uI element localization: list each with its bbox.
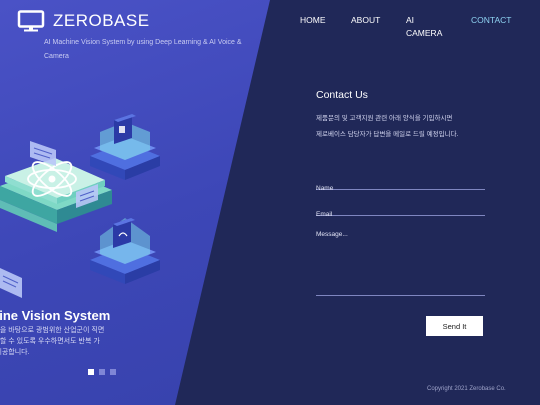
slider-dots [88, 369, 116, 375]
tagline: AI Machine Vision System by using Deep L… [44, 39, 242, 60]
email-field [316, 203, 485, 218]
slider-dot-1[interactable] [88, 369, 94, 375]
hero-description-line: 를 제공합니다. [0, 349, 30, 356]
message-textarea[interactable] [316, 231, 485, 291]
slider-dot-2[interactable] [99, 369, 105, 375]
send-button[interactable]: Send It [426, 316, 483, 336]
slider-dot-3[interactable] [110, 369, 116, 375]
copyright: Copyright 2021 Zerobase Co. [427, 386, 506, 392]
page: ZEROBASE AI Machine Vision System by usi… [0, 0, 540, 405]
logo-text: ZEROBASE [53, 11, 150, 30]
contact-description-line: 제품문의 및 고객지원 관련 아래 양식을 기입하시면 [316, 115, 453, 122]
nav-item-about[interactable]: ABOUT [351, 14, 380, 27]
machine-vision-illustration [0, 114, 160, 298]
logo[interactable]: ZEROBASE [17, 10, 150, 32]
nav-item-contact[interactable]: CONTACT [471, 14, 511, 27]
message-field [316, 231, 485, 296]
monitor-icon [17, 10, 45, 32]
name-input[interactable] [316, 185, 485, 192]
hero-description-line: 대결할 수 있도록 우수하면서도 반복 가 [0, 338, 100, 345]
hero-description-line: 기술을 바탕으로 광범위한 산업군이 직면 [0, 327, 105, 334]
contact-description: 제품문의 및 고객지원 관련 아래 양식을 기입하시면 제로베이스 담당자가 답… [316, 111, 516, 143]
nav-item-ai-camera[interactable]: AI CAMERA [406, 14, 446, 40]
nav-item-home[interactable]: HOME [300, 14, 326, 27]
hero-title: Machine Vision System [0, 308, 111, 323]
name-field [316, 177, 485, 192]
contact-title: Contact Us [316, 89, 368, 101]
email-input[interactable] [316, 211, 485, 218]
hero-description: 기술을 바탕으로 광범위한 산업군이 직면 대결할 수 있도록 우수하면서도 반… [0, 325, 104, 358]
contact-description-line: 제로베이스 담당자가 답변을 메일로 드릴 예정입니다. [316, 131, 459, 138]
